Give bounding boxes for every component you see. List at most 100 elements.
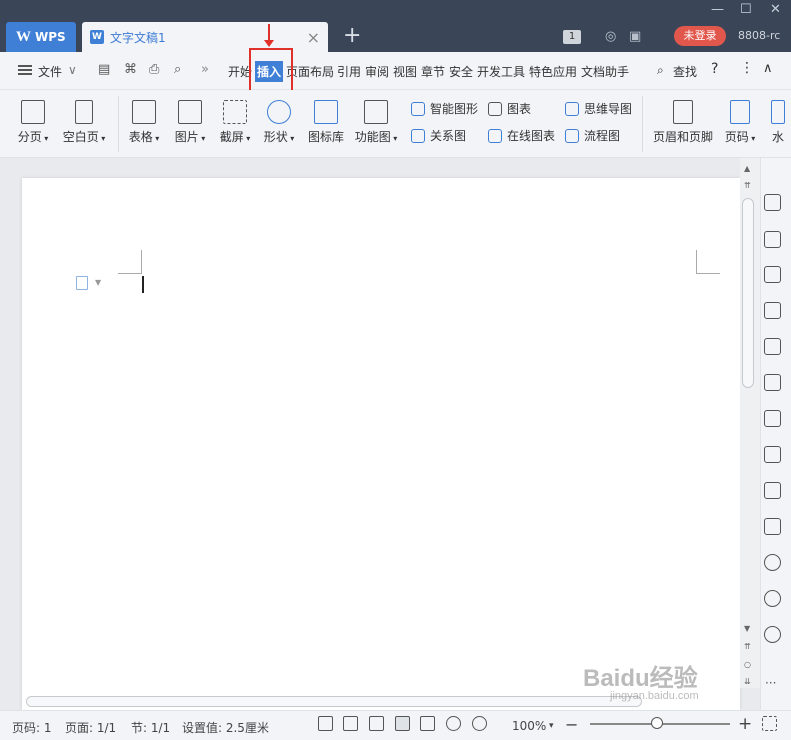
close-tab-icon[interactable]: × bbox=[307, 28, 320, 47]
tab-references[interactable]: 引用 bbox=[337, 63, 361, 80]
fullscreen-icon[interactable] bbox=[318, 716, 333, 731]
save-icon[interactable]: ▤ bbox=[98, 62, 110, 77]
image-icon[interactable] bbox=[764, 518, 781, 535]
write-mode-icon[interactable] bbox=[369, 716, 384, 731]
search-icon[interactable]: ⌕ bbox=[657, 63, 664, 78]
scroll-down-icon[interactable]: ▼ bbox=[744, 624, 750, 633]
more-options-icon[interactable]: ⋮ bbox=[740, 60, 754, 76]
scroll-up-icon[interactable]: ⇈ bbox=[744, 181, 751, 190]
format-painter-icon[interactable]: ⌘ bbox=[124, 62, 137, 77]
baidu-watermark: Baidu经验 bbox=[583, 665, 698, 692]
header-footer-button[interactable]: 页眉和页脚 bbox=[651, 100, 715, 145]
fit-window-icon[interactable] bbox=[762, 716, 777, 731]
maximize-icon[interactable]: ☐ bbox=[740, 2, 752, 17]
page-view-icon[interactable] bbox=[395, 716, 410, 731]
zoom-level[interactable]: 100% bbox=[512, 719, 546, 733]
web-view-icon[interactable] bbox=[446, 716, 461, 731]
zoom-out-icon[interactable]: − bbox=[565, 715, 578, 734]
status-setting-value[interactable]: 设置值: 2.5厘米 bbox=[182, 719, 269, 736]
select-cursor-icon[interactable] bbox=[764, 231, 781, 248]
new-tab-icon[interactable]: + bbox=[343, 24, 361, 48]
page-number-button[interactable]: 页码 ▾ bbox=[722, 100, 758, 145]
page-break-button[interactable]: 分页 ▾ bbox=[14, 100, 52, 145]
skin-icon[interactable]: ◎ bbox=[605, 29, 616, 44]
reading-mode-icon[interactable] bbox=[343, 716, 358, 731]
paragraph-layout-icon[interactable] bbox=[76, 276, 88, 290]
tab-developer[interactable]: 开发工具 bbox=[477, 63, 525, 80]
wps-home-tab[interactable]: W WPS bbox=[6, 22, 76, 52]
outline-view-icon[interactable] bbox=[420, 716, 435, 731]
watermark-button[interactable]: 水 bbox=[766, 100, 790, 145]
function-chart-button[interactable]: 功能图 ▾ bbox=[353, 100, 399, 145]
tab-review[interactable]: 审阅 bbox=[365, 63, 389, 80]
tab-security[interactable]: 安全 bbox=[449, 63, 473, 80]
status-section[interactable]: 节: 1/1 bbox=[131, 719, 170, 736]
document-page[interactable]: ▼ bbox=[22, 178, 740, 710]
relation-chart-button[interactable]: 关系图 bbox=[411, 127, 466, 144]
file-menu[interactable]: 文件 bbox=[38, 63, 62, 80]
settings-sliders-icon[interactable] bbox=[764, 338, 781, 355]
writer-doc-icon: W bbox=[90, 30, 104, 44]
shape-button[interactable]: 形状 ▾ bbox=[261, 100, 297, 145]
more-options-icon[interactable]: ··· bbox=[765, 676, 776, 690]
online-chart-button[interactable]: 在线图表 bbox=[488, 127, 555, 144]
next-page-icon[interactable]: ⇊ bbox=[744, 677, 751, 686]
minimize-icon[interactable]: — bbox=[711, 2, 724, 17]
chart-button[interactable]: 图表 bbox=[488, 100, 531, 117]
chevron-down-icon[interactable]: ▾ bbox=[549, 721, 554, 731]
pen-icon[interactable] bbox=[764, 194, 781, 211]
login-button[interactable]: 未登录 bbox=[674, 26, 726, 46]
select-browse-icon[interactable]: ○ bbox=[744, 660, 751, 669]
collapse-ribbon-icon[interactable]: ∧ bbox=[763, 61, 773, 76]
help-icon[interactable] bbox=[764, 626, 781, 643]
table-button[interactable]: 表格 ▾ bbox=[126, 100, 162, 145]
menu-bar: 文件 ∨ ▤ ⌘ ⎙ ⌕ » 开始 插入 页面布局 引用 审阅 视图 章节 安全… bbox=[0, 52, 791, 90]
mind-map-icon bbox=[565, 101, 579, 116]
tab-insert[interactable]: 插入 bbox=[255, 61, 284, 82]
mind-map-button[interactable]: 思维导图 bbox=[565, 100, 632, 117]
icon-library-button[interactable]: 图标库 bbox=[306, 100, 346, 145]
close-window-icon[interactable]: ✕ bbox=[770, 2, 781, 17]
scroll-up-icon[interactable]: ▲ bbox=[744, 164, 750, 173]
tab-page-layout[interactable]: 页面布局 bbox=[286, 63, 334, 80]
style-icon[interactable] bbox=[764, 302, 781, 319]
tab-home[interactable]: 开始 bbox=[228, 63, 252, 80]
smart-shape-button[interactable]: 智能图形 bbox=[411, 100, 478, 117]
tab-doc-assistant[interactable]: 文档助手 bbox=[581, 63, 629, 80]
previous-page-icon[interactable]: ⇈ bbox=[744, 642, 751, 651]
document-tab[interactable]: W 文字文稿1 × bbox=[82, 22, 328, 52]
shield-icon[interactable] bbox=[764, 554, 781, 571]
menu-icon[interactable] bbox=[18, 65, 32, 75]
window-count-badge[interactable]: 1 bbox=[563, 30, 581, 44]
more-icon[interactable]: » bbox=[201, 62, 209, 77]
zoom-in-icon[interactable]: + bbox=[738, 714, 752, 734]
status-pages[interactable]: 页面: 1/1 bbox=[65, 719, 116, 736]
share-icon[interactable] bbox=[764, 410, 781, 427]
feedback-icon[interactable]: ▣ bbox=[629, 29, 641, 44]
zoom-slider-knob[interactable] bbox=[651, 717, 663, 729]
print-icon[interactable]: ⎙ bbox=[149, 62, 159, 77]
help-icon[interactable]: ? bbox=[711, 61, 718, 77]
screenshot-button[interactable]: 截屏 ▾ bbox=[217, 100, 253, 145]
header-footer-label: 页眉和页脚 bbox=[652, 130, 713, 144]
tab-special-apps[interactable]: 特色应用 bbox=[529, 63, 577, 80]
horizontal-scroll-thumb[interactable] bbox=[26, 696, 642, 707]
tab-chapter[interactable]: 章节 bbox=[421, 63, 445, 80]
blank-page-button[interactable]: 空白页 ▾ bbox=[60, 100, 108, 145]
status-page-number[interactable]: 页码: 1 bbox=[12, 719, 52, 736]
shapes-icon[interactable] bbox=[764, 266, 781, 283]
tab-view[interactable]: 视图 bbox=[393, 63, 417, 80]
eye-protection-icon[interactable] bbox=[472, 716, 487, 731]
history-icon[interactable] bbox=[764, 590, 781, 607]
vertical-scroll-thumb[interactable] bbox=[742, 198, 754, 388]
translate-icon[interactable] bbox=[764, 446, 781, 463]
print-preview-icon[interactable]: ⌕ bbox=[174, 62, 181, 77]
chevron-down-icon[interactable]: ▼ bbox=[95, 278, 101, 287]
picture-button[interactable]: 图片 ▾ bbox=[172, 100, 208, 145]
picture-gallery-icon[interactable] bbox=[764, 374, 781, 391]
archive-icon[interactable] bbox=[764, 482, 781, 499]
chevron-down-icon[interactable]: ∨ bbox=[68, 63, 77, 77]
search-label[interactable]: 查找 bbox=[673, 63, 697, 80]
flowchart-button[interactable]: 流程图 bbox=[565, 127, 620, 144]
flowchart-label: 流程图 bbox=[584, 129, 621, 143]
